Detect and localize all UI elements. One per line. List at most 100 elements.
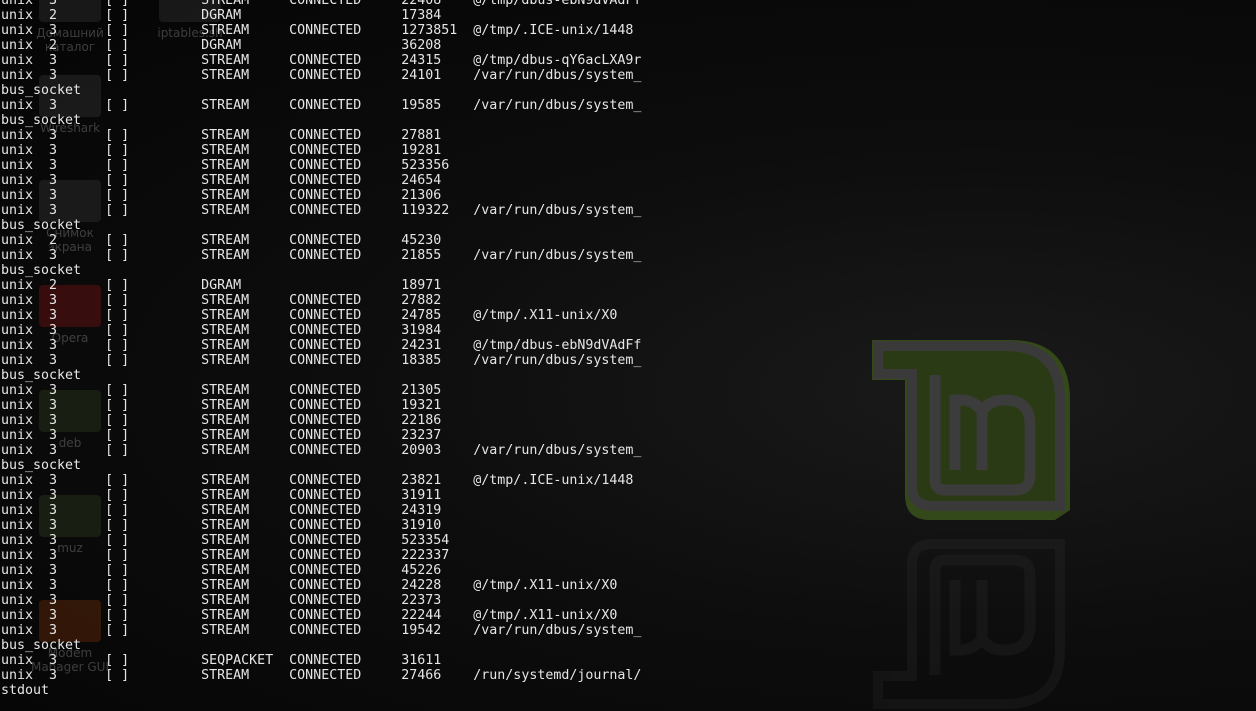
- socket-proto: unix: [1, 533, 34, 548]
- socket-refcnt: 3: [49, 323, 58, 338]
- socket-proto: unix: [1, 488, 34, 503]
- socket-refcnt: 3: [49, 53, 58, 68]
- socket-type: STREAM: [201, 173, 250, 188]
- socket-refcnt: 3: [49, 608, 58, 623]
- socket-path: @/tmp/.X11-unix/X0: [473, 308, 618, 323]
- socket-refcnt: 3: [49, 488, 58, 503]
- socket-path: @/tmp/.X11-unix/X0: [473, 578, 618, 593]
- socket-inode: 24228: [401, 578, 442, 593]
- socket-row: unix 3 [ ] STREAM CONNECTED 24315 @/tmp/dbus-q…: [1, 53, 641, 68]
- socket-proto: unix: [1, 473, 34, 488]
- socket-refcnt: 3: [49, 173, 58, 188]
- socket-refcnt: 3: [49, 593, 58, 608]
- socket-proto: unix: [1, 383, 34, 398]
- socket-flags: [ ]: [105, 398, 130, 413]
- socket-row: unix 3 [ ] STREAM CONNECTED 23237: [1, 428, 641, 443]
- socket-flags: [ ]: [105, 563, 130, 578]
- socket-state: CONNECTED: [289, 53, 362, 68]
- socket-inode: 19281: [401, 143, 442, 158]
- socket-refcnt: 3: [49, 23, 58, 38]
- socket-row: unix 3 [ ] STREAM CONNECTED 24785 @/tmp/.X11-u…: [1, 308, 641, 323]
- socket-refcnt: 3: [49, 428, 58, 443]
- terminal-output[interactable]: unix 3 [ ] STREAM CONNECTED 22408 @/tmp/dbus-e…: [1, 0, 641, 698]
- socket-inode: 24319: [401, 503, 442, 518]
- socket-refcnt: 2: [49, 278, 58, 293]
- socket-row: unix 3 [ ] STREAM CONNECTED 22373: [1, 593, 641, 608]
- socket-refcnt: 3: [49, 653, 58, 668]
- socket-row: unix 3 [ ] STREAM CONNECTED 45226: [1, 563, 641, 578]
- socket-flags: [ ]: [105, 308, 130, 323]
- socket-row: unix 3[ ] STREAM CONNECTED 27466/run/systemd…: [1, 668, 641, 698]
- socket-inode: 22408: [401, 0, 442, 8]
- socket-type: STREAM: [201, 128, 250, 143]
- socket-inode: 24315: [401, 53, 442, 68]
- socket-state: CONNECTED: [289, 353, 362, 368]
- socket-refcnt: 2: [49, 233, 58, 248]
- socket-proto: unix: [1, 0, 34, 8]
- socket-row: unix 3 [ ] STREAM CONNECTED 31911: [1, 488, 641, 503]
- socket-row: unix 2 [ ] STREAM CONNECTED 45230: [1, 233, 641, 248]
- socket-flags: [ ]: [105, 8, 130, 23]
- socket-row: unix 3 [ ] STREAM CONNECTED 24654: [1, 173, 641, 188]
- socket-proto: unix: [1, 353, 34, 368]
- socket-proto: unix: [1, 128, 34, 143]
- socket-state: CONNECTED: [289, 608, 362, 623]
- socket-inode: 23821: [401, 473, 442, 488]
- socket-proto: unix: [1, 8, 34, 23]
- socket-refcnt: 3: [49, 338, 58, 353]
- socket-state: CONNECTED: [289, 518, 362, 533]
- socket-type: STREAM: [201, 413, 250, 428]
- socket-type: STREAM: [201, 53, 250, 68]
- socket-flags: [ ]: [105, 383, 130, 398]
- socket-flags: [ ]: [105, 488, 130, 503]
- socket-flags: [ ]: [105, 128, 130, 143]
- socket-inode: 31911: [401, 488, 442, 503]
- socket-state: CONNECTED: [289, 593, 362, 608]
- socket-type: STREAM: [201, 308, 250, 323]
- socket-row: unix 2 [ ] DGRAM 18971: [1, 278, 641, 293]
- socket-proto: unix: [1, 623, 34, 638]
- socket-flags: [ ]: [105, 173, 130, 188]
- socket-state: CONNECTED: [289, 473, 362, 488]
- socket-inode: 19542: [401, 623, 442, 638]
- socket-type: STREAM: [201, 563, 250, 578]
- socket-refcnt: 3: [49, 353, 58, 368]
- socket-type: STREAM: [201, 548, 250, 563]
- socket-flags: [ ]: [105, 443, 130, 458]
- socket-state: CONNECTED: [289, 488, 362, 503]
- socket-type: STREAM: [201, 248, 250, 263]
- socket-proto: unix: [1, 98, 34, 113]
- socket-row: unix 3 [ ] STREAM CONNECTED 22186: [1, 413, 641, 428]
- socket-flags: [ ]: [105, 653, 130, 668]
- socket-path: @/tmp/dbus-ebN9dVAdFf: [473, 0, 642, 8]
- socket-refcnt: 3: [49, 398, 58, 413]
- socket-state: CONNECTED: [289, 503, 362, 518]
- socket-type: STREAM: [201, 518, 250, 533]
- socket-proto: unix: [1, 578, 34, 593]
- socket-state: CONNECTED: [289, 653, 362, 668]
- socket-state: CONNECTED: [289, 98, 362, 113]
- socket-flags: [ ]: [105, 38, 130, 53]
- socket-refcnt: 3: [49, 443, 58, 458]
- socket-flags: [ ]: [105, 248, 130, 263]
- socket-row: unix 3 [ ] STREAM CONNECTED 27882: [1, 293, 641, 308]
- socket-type: STREAM: [201, 593, 250, 608]
- socket-refcnt: 3: [49, 308, 58, 323]
- socket-flags: [ ]: [105, 608, 130, 623]
- socket-type: STREAM: [201, 0, 250, 8]
- socket-inode: 24785: [401, 308, 442, 323]
- socket-refcnt: 3: [49, 623, 58, 638]
- socket-inode: 19321: [401, 398, 442, 413]
- socket-flags: [ ]: [105, 0, 130, 8]
- socket-refcnt: 2: [49, 38, 58, 53]
- socket-proto: unix: [1, 608, 34, 623]
- socket-inode: 119322: [401, 203, 450, 218]
- socket-type: STREAM: [201, 668, 250, 683]
- socket-refcnt: 3: [49, 248, 58, 263]
- socket-proto: unix: [1, 188, 34, 203]
- socket-state: CONNECTED: [289, 158, 362, 173]
- socket-state: CONNECTED: [289, 293, 362, 308]
- socket-inode: 23237: [401, 428, 442, 443]
- socket-state: CONNECTED: [289, 203, 362, 218]
- socket-type: STREAM: [201, 233, 250, 248]
